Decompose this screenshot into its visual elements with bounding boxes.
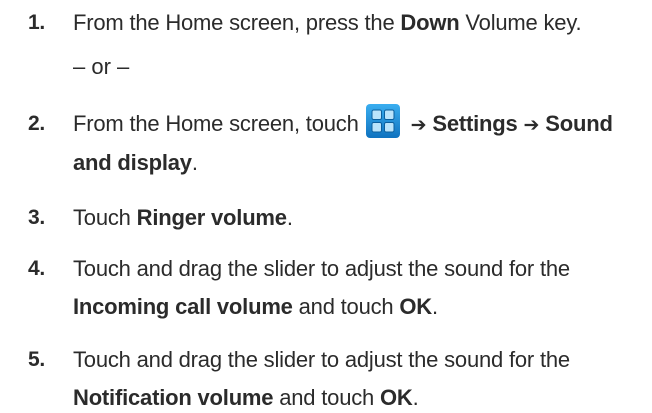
step-2-text-a: From the Home screen, touch — [73, 111, 359, 136]
step-2-text-line2: and display. — [73, 150, 198, 176]
step-5-text-line2: Notification volume and touch OK. — [73, 385, 419, 411]
step-2-period: . — [191, 150, 198, 175]
step-4-text-line2: Incoming call volume and touch OK. — [73, 294, 438, 320]
step-1-key-down: Down — [400, 10, 460, 35]
step-1-text: From the Home screen, press the Down Vol… — [73, 10, 582, 36]
step-1-text-c: Volume key. — [459, 10, 582, 35]
step-2-settings: Settings — [432, 111, 518, 136]
step-4-text-line1: Touch and drag the slider to adjust the … — [73, 256, 570, 281]
step-4-ok: OK — [399, 294, 432, 319]
step-3-period: . — [286, 205, 293, 230]
step-5-period: . — [412, 385, 419, 410]
step-4-number: 4. — [28, 257, 45, 280]
step-5-text-line1: Touch and drag the slider to adjust the … — [73, 347, 570, 372]
step-3-ringer-volume: Ringer volume — [136, 205, 287, 230]
step-2-number: 2. — [28, 112, 45, 135]
step-5-ok: OK — [380, 385, 413, 410]
step-5-notification-volume: Notification volume — [73, 385, 274, 410]
arrow-right-icon: ➔ — [410, 114, 427, 136]
step-1-text-a: From the Home screen, press the — [73, 10, 401, 35]
step-5-text-c: and touch — [273, 385, 380, 410]
apps-grid-icon — [365, 103, 401, 139]
step-2-and-display: and display — [73, 150, 192, 175]
or-separator: – or – — [73, 54, 130, 79]
step-2-sound: Sound — [545, 111, 613, 136]
step-4-period: . — [432, 294, 438, 319]
step-2-text-line1: From the Home screen, touch ➔ Settings ➔ Sou… — [73, 104, 613, 139]
step-4-incoming-call-volume: Incoming call volume — [73, 294, 293, 319]
step-3-text: Touch Ringer volume. — [73, 205, 293, 231]
step-3-text-a: Touch — [73, 205, 137, 230]
arrow-right-icon: ➔ — [523, 114, 540, 136]
step-3-number: 3. — [28, 206, 45, 229]
step-5-number: 5. — [28, 348, 45, 371]
step-4-text-c: and touch — [292, 294, 400, 319]
step-1-number: 1. — [28, 11, 45, 34]
instruction-steps: 1. From the Home screen, press the Down … — [0, 0, 652, 413]
